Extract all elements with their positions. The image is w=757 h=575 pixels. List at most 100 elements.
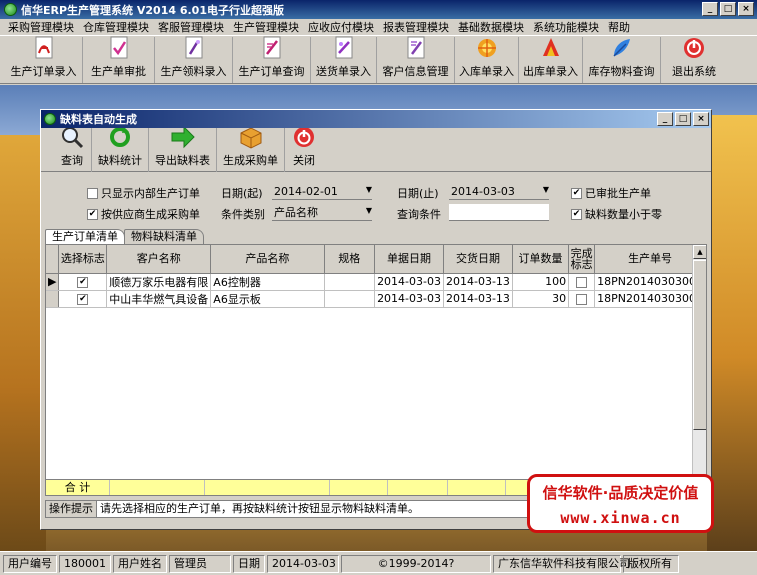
shortage-stats-button[interactable]: 缺料统计 [92, 127, 149, 172]
watermark-url: www.xinwa.cn [560, 509, 681, 527]
col-order-no[interactable]: 生产单号 [594, 245, 706, 274]
stock-in-entry-button[interactable]: 入库单录入 [455, 37, 519, 83]
toolbar-label: 生产单审批 [91, 65, 146, 78]
date-end-label: 日期(止) [397, 187, 439, 200]
date-value: 2014-03-03 [267, 554, 339, 573]
row-delivery-date[interactable]: 2014-03-13 [443, 273, 513, 291]
row-spec[interactable] [324, 273, 376, 291]
minimize-button[interactable]: _ [702, 2, 718, 16]
row-delivery-date[interactable]: 2014-03-13 [443, 290, 513, 308]
user-name-label: 用户姓名 [113, 554, 167, 573]
col-done[interactable]: 完成标志 [568, 245, 596, 274]
row-spec[interactable] [324, 290, 376, 308]
row-doc-date[interactable]: 2014-03-03 [374, 290, 444, 308]
col-qty[interactable]: 订单数量 [512, 245, 570, 274]
delivery-note-entry-button[interactable]: 送货单录入 [311, 36, 377, 83]
menu-reports[interactable]: 报表管理模块 [379, 19, 454, 35]
menu-help[interactable]: 帮助 [604, 19, 635, 35]
menu-system[interactable]: 系统功能模块 [529, 19, 604, 35]
exit-system-button[interactable]: 退出系统 [661, 37, 727, 83]
col-product[interactable]: 产品名称 [210, 245, 325, 274]
generate-purchase-order-button[interactable]: 生成采购单 [217, 125, 285, 172]
close-button[interactable]: × [738, 2, 754, 16]
only-internal-label: 只显示内部生产订单 [101, 187, 200, 200]
box-icon [238, 125, 264, 149]
dropdown-arrow-icon[interactable]: ▼ [366, 206, 372, 215]
row-product[interactable]: A6控制器 [210, 273, 325, 291]
shortage-window-titlebar[interactable]: 缺料表自动生成 _ □ × [41, 110, 711, 128]
current-row-icon: ▶ [46, 273, 60, 291]
row-select-checkbox[interactable]: ✔ [58, 290, 108, 308]
grid-vertical-scrollbar[interactable]: ▲ ▼ [692, 245, 706, 495]
by-supplier-check[interactable]: ✔ [87, 208, 98, 220]
date-start-picker[interactable]: 2014-02-01 ▼ [272, 183, 372, 200]
approved-check[interactable]: ✔ [571, 187, 582, 199]
shortage-lt-zero-check[interactable]: ✔ [571, 208, 582, 220]
menu-warehouse[interactable]: 仓库管理模块 [79, 19, 154, 35]
child-minimize-button[interactable]: _ [657, 112, 673, 126]
menu-base-data[interactable]: 基础数据模块 [454, 19, 529, 35]
row-customer[interactable]: 中山丰华燃气具设备 [106, 290, 212, 308]
stock-out-entry-button[interactable]: 出库单录入 [519, 37, 583, 83]
maximize-button[interactable]: □ [720, 2, 736, 16]
only-internal-check[interactable] [87, 187, 98, 199]
row-done-checkbox[interactable] [568, 273, 596, 291]
app-titlebar[interactable]: 信华ERP生产管理系统 V2014 6.01电子行业超强版 _ □ × [0, 0, 757, 19]
child-window-controls: _ □ × [657, 112, 709, 126]
stock-in-icon [475, 36, 499, 60]
stock-out-icon [539, 36, 563, 60]
row-order-no[interactable]: 18PN20140303002 [594, 290, 706, 308]
date-end-picker[interactable]: 2014-03-03 ▼ [449, 183, 549, 200]
date-label: 日期 [233, 554, 265, 573]
toolbar-label: 生产领料录入 [160, 65, 227, 78]
inventory-query-button[interactable]: 库存物料查询 [583, 37, 661, 83]
category-select[interactable]: 产品名称 ▼ [272, 204, 372, 221]
sum-cell [448, 480, 506, 495]
table-row[interactable]: ✔ 中山丰华燃气具设备 A6显示板 2014-03-03 2014-03-13 … [46, 290, 706, 308]
customer-info-button[interactable]: 客户信息管理 [377, 36, 455, 83]
row-doc-date[interactable]: 2014-03-03 [374, 273, 444, 291]
menu-production[interactable]: 生产管理模块 [229, 19, 304, 35]
menu-purchase[interactable]: 采购管理模块 [4, 19, 79, 35]
toolbar-label: 生产订单查询 [238, 65, 305, 78]
scroll-up-icon[interactable]: ▲ [693, 245, 706, 259]
tab-production-orders[interactable]: 生产订单清单 [45, 229, 125, 244]
tab-material-shortage[interactable]: 物料缺料清单 [124, 229, 204, 244]
row-product[interactable]: A6显示板 [210, 290, 325, 308]
col-delivery-date[interactable]: 交货日期 [443, 245, 513, 274]
dropdown-arrow-icon[interactable]: ▼ [543, 185, 549, 194]
close-window-button[interactable]: 关闭 [285, 127, 323, 172]
query-condition-input[interactable] [449, 204, 549, 221]
table-row[interactable]: ▶ ✔ 顺德万家乐电器有限 A6控制器 2014-03-03 2014-03-1… [46, 273, 706, 291]
material-issue-entry-button[interactable]: 生产领料录入 [155, 36, 233, 83]
query-button[interactable]: 查询 [53, 127, 92, 172]
production-approve-button[interactable]: 生产单审批 [83, 36, 155, 83]
production-order-query-button[interactable]: 生产订单查询 [233, 36, 311, 83]
dropdown-arrow-icon[interactable]: ▼ [366, 185, 372, 194]
orders-table: 选择标志 客户名称 产品名称 规格 单据日期 交货日期 订单数量 完成标志 生产… [46, 245, 706, 308]
child-close-button[interactable]: × [693, 112, 709, 126]
menu-receivables-payables[interactable]: 应收应付模块 [304, 19, 379, 35]
col-select[interactable]: 选择标志 [58, 245, 108, 274]
menu-customer-service[interactable]: 客服管理模块 [154, 19, 229, 35]
row-customer[interactable]: 顺德万家乐电器有限 [106, 273, 212, 291]
row-select-checkbox[interactable]: ✔ [58, 273, 108, 291]
col-doc-date[interactable]: 单据日期 [374, 245, 444, 274]
approved-checkbox[interactable]: ✔ 已审批生产单 [571, 184, 651, 202]
col-customer[interactable]: 客户名称 [106, 245, 212, 274]
shortage-lt-zero-checkbox[interactable]: ✔ 缺料数量小于零 [571, 205, 662, 223]
row-order-no[interactable]: 18PN20140303001 [594, 273, 706, 291]
child-maximize-button[interactable]: □ [675, 112, 691, 126]
row-qty[interactable]: 30 [512, 290, 570, 308]
delivery-doc-icon [332, 36, 356, 60]
row-done-checkbox[interactable] [568, 290, 596, 308]
only-internal-checkbox[interactable]: 只显示内部生产订单 [87, 184, 200, 202]
row-qty[interactable]: 100 [512, 273, 570, 291]
production-order-entry-button[interactable]: 生产订单录入 [5, 36, 83, 83]
scroll-thumb[interactable] [693, 260, 706, 430]
export-shortage-button[interactable]: 导出缺料表 [149, 125, 217, 172]
user-name-value: 管理员 [169, 554, 231, 573]
col-spec[interactable]: 规格 [324, 245, 376, 274]
by-supplier-checkbox[interactable]: ✔ 按供应商生成采购单 [87, 205, 200, 223]
toolbar-label: 生产订单录入 [10, 65, 77, 78]
